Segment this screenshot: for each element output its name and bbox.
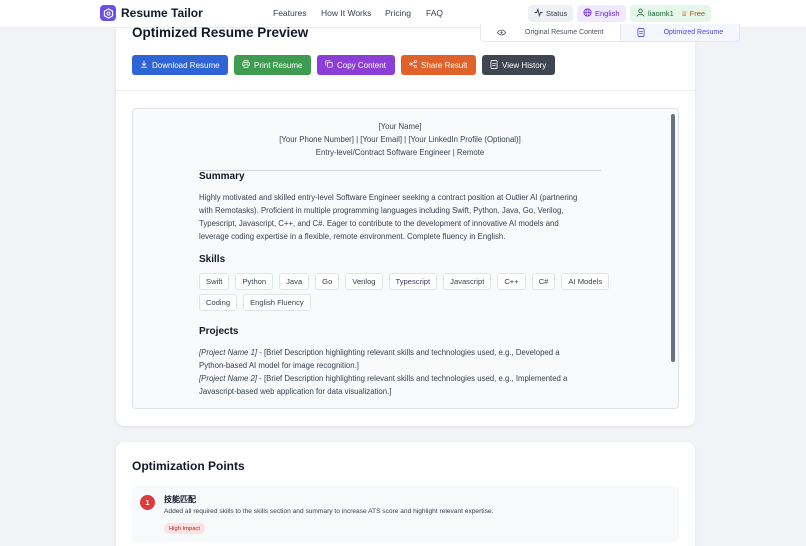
view-history-button[interactable]: View History — [482, 55, 555, 75]
optimization-title: Optimization Points — [132, 459, 245, 473]
project-description: - [Brief Description highlighting releva… — [257, 348, 560, 357]
project-description: - [Brief Description highlighting releva… — [257, 374, 568, 383]
skill-tag: Go — [315, 273, 340, 290]
skills-heading: Skills — [199, 254, 226, 265]
nav-link-features[interactable]: Features — [273, 8, 307, 18]
skill-tag: Java — [279, 273, 310, 290]
eye-icon — [489, 29, 514, 36]
summary-line: Highly motivated and skilled entry-level… — [199, 193, 578, 202]
optimization-points-card: Optimization Points 1 技能匹配 Added all req… — [116, 442, 695, 546]
nav-link-faq[interactable]: FAQ — [426, 8, 443, 18]
language-label: English — [595, 9, 620, 18]
copy-content-button[interactable]: Copy Content — [317, 55, 395, 75]
history-label: View History — [502, 60, 547, 70]
skill-tag: C# — [531, 273, 556, 290]
divider — [116, 90, 695, 91]
brand-name: Resume Tailor — [121, 6, 203, 20]
file-text-icon — [490, 59, 498, 71]
project-description-cont: Python-based AI model for image recognit… — [199, 361, 359, 370]
resume-separator — [199, 170, 601, 171]
activity-icon — [534, 7, 543, 19]
resume-scrollbar[interactable] — [671, 114, 675, 362]
summary-heading: Summary — [199, 171, 245, 182]
project-entry: [Project Name 2] - [Brief Description hi… — [199, 372, 609, 385]
tab-optimized-resume[interactable]: Optimized Resume — [619, 24, 740, 41]
user-menu-button[interactable]: liaomk1 ♕ Free — [630, 5, 712, 22]
document-icon — [629, 28, 653, 37]
impact-badge: High Impact — [164, 523, 205, 534]
project-name: [Project Name 1] — [199, 348, 258, 357]
project-name: [Project Name 2] — [199, 374, 258, 383]
optimization-number: 1 — [140, 495, 155, 510]
share-result-button[interactable]: Share Result — [401, 55, 476, 75]
skill-tag: Coding — [199, 294, 238, 311]
summary-text: Highly motivated and skilled entry-level… — [199, 191, 609, 243]
skills-list: Swift Python Java Go Verilog Typescript … — [199, 273, 619, 311]
skill-tag: C++ — [497, 273, 526, 290]
summary-line: Typescript, Javascript, C++, and C#. Eag… — [199, 219, 559, 228]
skill-tag: AI Models — [561, 273, 610, 290]
tab-optimized-label: Optimized Resume — [663, 29, 724, 36]
copy-label: Copy Content — [337, 60, 386, 70]
resume-view-toggle: Original Resume Content Optimized Resume — [480, 24, 741, 42]
projects-heading: Projects — [199, 326, 239, 337]
nav-link-how-it-works[interactable]: How It Works — [321, 8, 371, 18]
download-icon — [140, 60, 148, 70]
status-label: Status — [546, 9, 568, 18]
skill-tag: Python — [235, 273, 274, 290]
print-resume-button[interactable]: Print Resume — [234, 55, 311, 75]
skill-tag: Javascript — [443, 273, 492, 290]
skill-tag: Swift — [199, 273, 230, 290]
tab-original-resume[interactable]: Original Resume Content — [481, 24, 620, 41]
status-button[interactable]: Status — [528, 5, 574, 22]
nav-link-pricing[interactable]: Pricing — [385, 8, 411, 18]
username: liaomk1 — [648, 9, 674, 18]
gear-hex-icon — [100, 5, 116, 21]
optimization-description: Added all required skills to the skills … — [164, 508, 494, 515]
resume-preview-card: Optimized Resume Preview Original Resume… — [116, 24, 741, 426]
action-buttons: Download Resume Print Resume Copy Conten… — [132, 55, 555, 75]
download-resume-button[interactable]: Download Resume — [132, 55, 228, 75]
projects-text: [Project Name 1] - [Brief Description hi… — [199, 346, 609, 398]
summary-line: with Remotasks). Proficient in multiple … — [199, 206, 564, 215]
skill-tag: Typescript — [388, 273, 438, 290]
share-icon — [409, 60, 417, 70]
globe-icon — [583, 8, 592, 19]
brand[interactable]: Resume Tailor — [100, 5, 203, 21]
project-description-cont: Javascript-based web application for dat… — [199, 387, 392, 396]
plan-badge: ♕ Free — [681, 9, 705, 18]
plan-label: Free — [689, 9, 706, 18]
skill-tag: Verilog — [345, 273, 383, 290]
resume-name: [Your Name] — [378, 122, 422, 131]
project-entry: [Project Name 1] - [Brief Description hi… — [199, 346, 609, 359]
crown-icon: ♕ — [680, 9, 688, 18]
skill-tag: English Fluency — [243, 294, 311, 311]
print-label: Print Resume — [254, 60, 303, 70]
preview-title: Optimized Resume Preview — [132, 25, 309, 40]
user-icon — [636, 8, 645, 19]
resume-contact: [Your Phone Number] | [Your Email] | [Yo… — [279, 135, 521, 144]
download-label: Download Resume — [152, 60, 220, 70]
tab-original-label: Original Resume Content — [525, 29, 604, 36]
optimization-heading: 技能匹配 — [164, 495, 196, 504]
resume-content[interactable]: [Your Name] [Your Phone Number] | [Your … — [132, 108, 679, 409]
share-label: Share Result — [421, 60, 468, 70]
printer-icon — [242, 60, 250, 70]
copy-icon — [325, 60, 333, 70]
optimization-item: 1 技能匹配 Added all required skills to the … — [132, 486, 679, 542]
summary-line: leverage coding expertise in a flexible,… — [199, 232, 506, 241]
resume-role: Entry-level/Contract Software Engineer |… — [315, 148, 485, 157]
language-button[interactable]: English — [577, 5, 626, 22]
